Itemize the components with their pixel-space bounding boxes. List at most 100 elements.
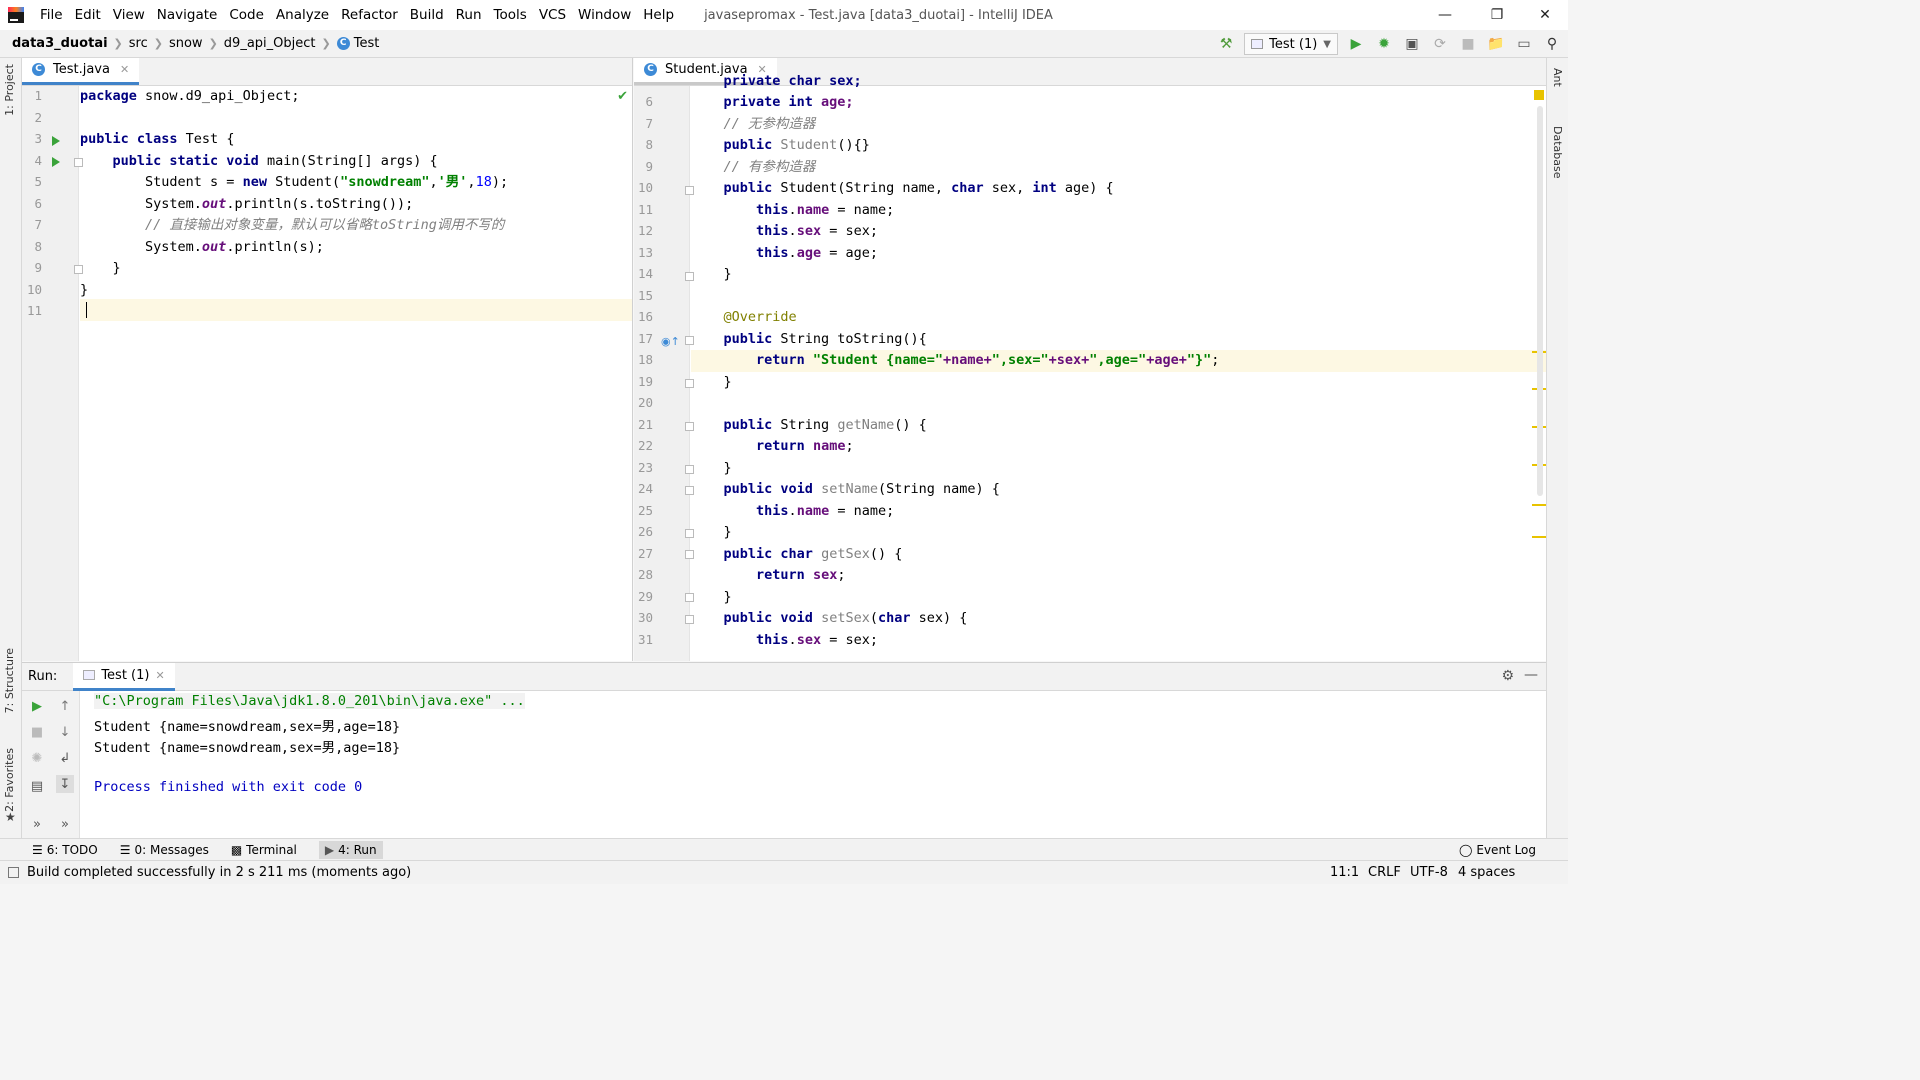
run-bottom-tab[interactable]: ▶ 4: Run: [318, 840, 383, 859]
run-gutter-icon[interactable]: [52, 136, 60, 146]
terminal-tab[interactable]: ▩ Terminal: [231, 843, 297, 857]
messages-tab[interactable]: ☰ 0: Messages: [120, 843, 209, 857]
run-tab-label: 4: Run: [338, 842, 377, 857]
indent-setting[interactable]: 4 spaces: [1458, 865, 1515, 880]
soft-wrap-icon[interactable]: ↲: [56, 749, 74, 767]
code-area-right[interactable]: private char sex; private int age; // 无参…: [691, 73, 1546, 661]
error-stripe-mark[interactable]: [1532, 504, 1546, 506]
run-config-select[interactable]: Test (1) ▼: [1244, 33, 1338, 55]
line-number: 9: [645, 158, 653, 174]
todo-tab[interactable]: ☰ 6: TODO: [32, 843, 98, 857]
menu-tools[interactable]: Tools: [488, 0, 533, 30]
down-arrow-icon[interactable]: ↓: [56, 723, 74, 741]
code-line: System.out.println(s.toString());: [80, 195, 414, 212]
restore-button[interactable]: ❐: [1474, 0, 1520, 30]
close-icon[interactable]: ✕: [120, 63, 129, 76]
line-separator[interactable]: CRLF: [1368, 865, 1401, 880]
todo-tab-label: 6: TODO: [46, 842, 98, 857]
class-icon: C: [32, 63, 45, 76]
event-log-label: Event Log: [1476, 842, 1536, 857]
event-log-tab[interactable]: ◯ Event Log: [1459, 843, 1536, 857]
project-structure-icon[interactable]: 📁: [1486, 34, 1506, 54]
menu-vcs[interactable]: VCS: [533, 0, 572, 30]
chevron-right-icon: ❯: [113, 37, 123, 50]
menu-run[interactable]: Run: [450, 0, 488, 30]
up-arrow-icon[interactable]: ↑: [56, 697, 74, 715]
menu-analyze[interactable]: Analyze: [270, 0, 335, 30]
close-button[interactable]: ✕: [1522, 0, 1568, 30]
profile-icon[interactable]: ⟳: [1430, 34, 1450, 54]
debug-icon[interactable]: ✹: [1374, 34, 1394, 54]
code-line: System.out.println(s);: [80, 238, 324, 255]
dump-threads-icon[interactable]: ✺: [28, 749, 46, 767]
breadcrumb-project[interactable]: data3_duotai: [12, 36, 108, 51]
bottom-tool-tabs: ☰ 6: TODO ☰ 0: Messages ▩ Terminal ▶ 4: Run …: [0, 838, 1568, 860]
run-panel-header: Run: Test (1) ✕ ⚙ —: [22, 662, 1546, 691]
run-icon: ▶: [324, 842, 335, 857]
code-line: }: [80, 260, 121, 276]
run-icon[interactable]: ▶: [1346, 34, 1366, 54]
search-icon[interactable]: ⚲: [1542, 34, 1562, 54]
console-output[interactable]: "C:\Program Files\Java\jdk1.8.0_201\bin\…: [94, 691, 1546, 838]
code-line: private char sex;: [691, 73, 862, 89]
intellij-logo-icon: [8, 7, 24, 23]
run-gutter-icon[interactable]: [52, 157, 60, 167]
menu-navigate[interactable]: Navigate: [151, 0, 224, 30]
line-number: 11: [26, 303, 42, 318]
coverage-icon[interactable]: ▣: [1402, 34, 1422, 54]
code-area-left[interactable]: ✔ package snow.d9_api_Object; public cla…: [80, 86, 632, 661]
menu-refactor[interactable]: Refactor: [335, 0, 404, 30]
minimize-button[interactable]: —: [1422, 0, 1468, 30]
caret-position[interactable]: 11:1: [1330, 865, 1359, 880]
menu-edit[interactable]: Edit: [69, 0, 107, 30]
minimize-panel-icon[interactable]: —: [1524, 667, 1538, 683]
more-icon[interactable]: »: [56, 815, 74, 833]
stop-icon[interactable]: ■: [28, 723, 46, 741]
menu-file[interactable]: File: [34, 0, 69, 30]
favorites-tool-tab[interactable]: 2: Favorites: [3, 748, 16, 812]
presentation-icon[interactable]: ▭: [1514, 34, 1534, 54]
close-icon[interactable]: ✕: [155, 669, 164, 682]
project-tool-tab[interactable]: 1: Project: [3, 64, 16, 116]
error-stripe-mark[interactable]: [1532, 536, 1546, 538]
database-tool-tab[interactable]: Database: [1551, 126, 1564, 179]
structure-tool-tab[interactable]: 7: Structure: [3, 648, 16, 713]
scroll-to-end-icon[interactable]: ↧: [56, 775, 74, 793]
console-line: "C:\Program Files\Java\jdk1.8.0_201\bin\…: [94, 693, 525, 709]
layout-icon[interactable]: ▤: [28, 777, 46, 795]
code-line: return "Student {name="+name+",sex="+sex…: [691, 352, 1220, 368]
code-line: public String getName() {: [691, 416, 927, 433]
rerun-icon[interactable]: ▶: [28, 697, 46, 715]
build-hammer-icon[interactable]: ⚒: [1216, 34, 1236, 54]
file-encoding[interactable]: UTF-8: [1410, 865, 1448, 880]
more-icon[interactable]: »: [28, 815, 46, 833]
gear-icon[interactable]: ⚙: [1501, 668, 1514, 684]
inspection-status-icon[interactable]: [1534, 90, 1544, 100]
code-line: return sex;: [691, 567, 846, 583]
right-tool-strip: Ant Database: [1546, 58, 1568, 858]
stop-icon[interactable]: ■: [1458, 34, 1478, 54]
chevron-down-icon: ▼: [1323, 38, 1331, 50]
code-line: public static void main(String[] args) {: [80, 152, 438, 169]
menu-build[interactable]: Build: [404, 0, 450, 30]
ant-tool-tab[interactable]: Ant: [1551, 68, 1564, 87]
breadcrumb-class[interactable]: C Test: [336, 36, 379, 51]
run-tab[interactable]: Test (1) ✕: [73, 662, 175, 691]
run-tool-window: Run: Test (1) ✕ ⚙ — ▶ ↑ ■ ↓ ✺ ↲ ▤ ↧ » » …: [22, 662, 1546, 838]
breadcrumb-snow[interactable]: snow: [169, 36, 203, 51]
code-line: Student s = new Student("snowdream",'男',…: [80, 174, 509, 190]
breadcrumb-src[interactable]: src: [129, 36, 148, 51]
vertical-scrollbar[interactable]: [1537, 106, 1543, 496]
menu-window[interactable]: Window: [572, 0, 637, 30]
star-icon: ★: [5, 810, 16, 824]
line-number: 10: [637, 180, 653, 195]
menu-code[interactable]: Code: [223, 0, 270, 30]
breadcrumb-package[interactable]: d9_api_Object: [224, 36, 316, 51]
tab-test-java[interactable]: C Test.java ✕: [22, 58, 140, 85]
override-gutter-icon[interactable]: ◉↑: [661, 335, 680, 348]
line-number: 24: [637, 481, 653, 496]
menu-view[interactable]: View: [107, 0, 151, 30]
status-message[interactable]: Build completed successfully in 2 s 211 …: [27, 865, 411, 880]
status-toggle-icon[interactable]: [8, 867, 19, 878]
menu-help[interactable]: Help: [637, 0, 680, 30]
